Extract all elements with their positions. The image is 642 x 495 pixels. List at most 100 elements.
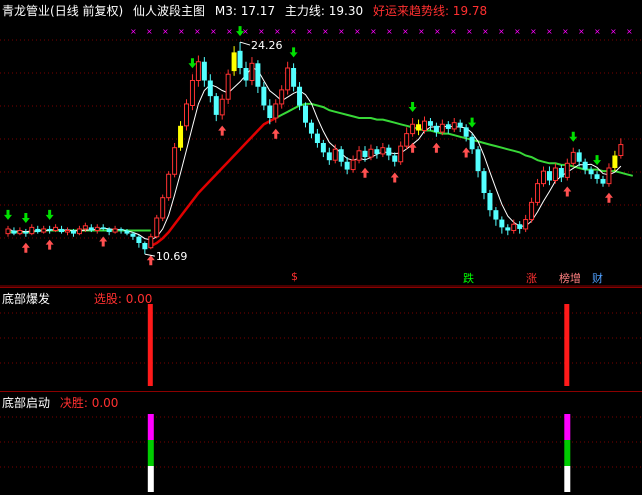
start-bar-segment — [147, 466, 154, 492]
low-label: 10.69 — [156, 250, 188, 263]
candle-body — [243, 68, 249, 81]
candle-body — [320, 143, 326, 153]
top-marker: × — [386, 27, 393, 36]
candle-body — [505, 227, 511, 231]
haoyun-value: 好运来趋势线: 19.78 — [372, 4, 488, 18]
candle-body — [213, 96, 219, 115]
candle-body — [201, 61, 207, 81]
bottom-burst-pane[interactable]: 底部爆发 选股: 0.00 — [0, 287, 642, 392]
top-marker: × — [450, 27, 457, 36]
candle-body — [136, 236, 142, 243]
stock-name: 青龙管业 — [2, 4, 51, 18]
candle-body — [237, 50, 243, 68]
candle-body — [166, 173, 172, 199]
candle-body — [469, 136, 475, 150]
high-label: 24.26 — [251, 39, 282, 52]
buy-arrow — [563, 186, 572, 197]
top-marker: × — [498, 27, 505, 36]
candle-body — [529, 201, 535, 221]
candle-body — [195, 61, 201, 81]
tag-die: 跌 — [463, 272, 474, 285]
buy-arrow — [462, 147, 471, 158]
candle-body — [404, 133, 410, 147]
candle-body — [178, 125, 184, 148]
candlestick-chart[interactable]: × × × × × × × × × × × × × × × × × × × × × × × × × × × × × × × ×24.2610.… — [0, 0, 642, 287]
low-pointer — [144, 253, 155, 257]
candle-body — [273, 103, 279, 119]
candle-body — [100, 227, 106, 229]
top-marker: × — [562, 27, 569, 36]
start-bar-segment — [147, 414, 154, 440]
buy-arrow — [390, 172, 399, 183]
candle-body — [142, 243, 148, 250]
candle-body — [279, 89, 285, 105]
top-marker: × — [418, 27, 425, 36]
indicator-name: 仙人波段主图 — [133, 4, 206, 18]
candle-body — [76, 228, 82, 235]
top-marker: × — [130, 27, 137, 36]
candle-body — [344, 161, 350, 170]
candle-body — [433, 125, 439, 133]
candle-body — [148, 236, 154, 249]
bottom-start-pane[interactable]: 底部启动 决胜: 0.00 — [0, 391, 642, 495]
candle-body — [53, 226, 59, 231]
candle-body — [487, 193, 493, 211]
candle-body — [231, 52, 237, 72]
candle-body — [416, 124, 422, 131]
candle-body — [47, 228, 53, 231]
candle-body — [356, 150, 362, 161]
candle-body — [350, 159, 356, 171]
tag-bangzeng: 榜增 — [559, 272, 581, 285]
candle-body — [29, 226, 35, 235]
candle-body — [154, 217, 160, 238]
candle-body — [451, 122, 457, 130]
candle-body — [88, 227, 94, 231]
candle-body — [594, 174, 600, 179]
top-marker: × — [594, 27, 601, 36]
candle-body — [445, 124, 451, 129]
candle-body — [70, 230, 76, 234]
top-marker: × — [146, 27, 153, 36]
pane3-label: 决胜: 0.00 — [59, 396, 119, 410]
candle-body — [94, 226, 100, 231]
top-marker: × — [610, 27, 617, 36]
sell-arrow — [4, 209, 12, 220]
candle-body — [410, 123, 416, 135]
candle-body — [618, 144, 624, 156]
burst-bar — [564, 304, 570, 386]
high-pointer — [239, 41, 251, 46]
candle-body — [160, 197, 166, 219]
candle-body — [106, 228, 112, 233]
candle-body — [546, 171, 552, 181]
main-chart-pane[interactable]: 青龙管业(日线 前复权) 仙人波段主图 M3: 17.17 主力线: 19.30… — [0, 0, 642, 287]
burst-bar — [147, 304, 153, 386]
candle-body — [291, 68, 297, 87]
candle-body — [41, 228, 47, 233]
candle-body — [564, 162, 570, 178]
candle-body — [600, 178, 606, 184]
sell-arrow — [468, 117, 477, 128]
top-marker: × — [482, 27, 489, 36]
candle-body — [267, 105, 273, 118]
buy-arrow — [21, 242, 30, 253]
buy-arrow — [271, 128, 280, 139]
candle-body — [332, 148, 338, 161]
candle-body — [457, 122, 463, 128]
top-marker: × — [338, 27, 345, 36]
candle-body — [570, 151, 576, 164]
top-marker: × — [306, 27, 313, 36]
top-marker: × — [322, 27, 329, 36]
pane2-header: 底部爆发 选股: 0.00 — [2, 290, 158, 307]
candle-body — [368, 148, 374, 158]
candle-body — [308, 122, 314, 134]
candle-body — [475, 149, 481, 172]
candle-body — [463, 127, 469, 137]
tag-zhang: 涨 — [526, 272, 537, 285]
sell-arrow — [408, 102, 417, 112]
candle-body — [338, 149, 344, 162]
candle-body — [523, 219, 529, 230]
candle-body — [427, 121, 433, 126]
main-header: 青龙管业(日线 前复权) 仙人波段主图 M3: 17.17 主力线: 19.30… — [2, 2, 493, 19]
sell-arrow — [45, 209, 54, 220]
candle-body — [11, 230, 17, 234]
